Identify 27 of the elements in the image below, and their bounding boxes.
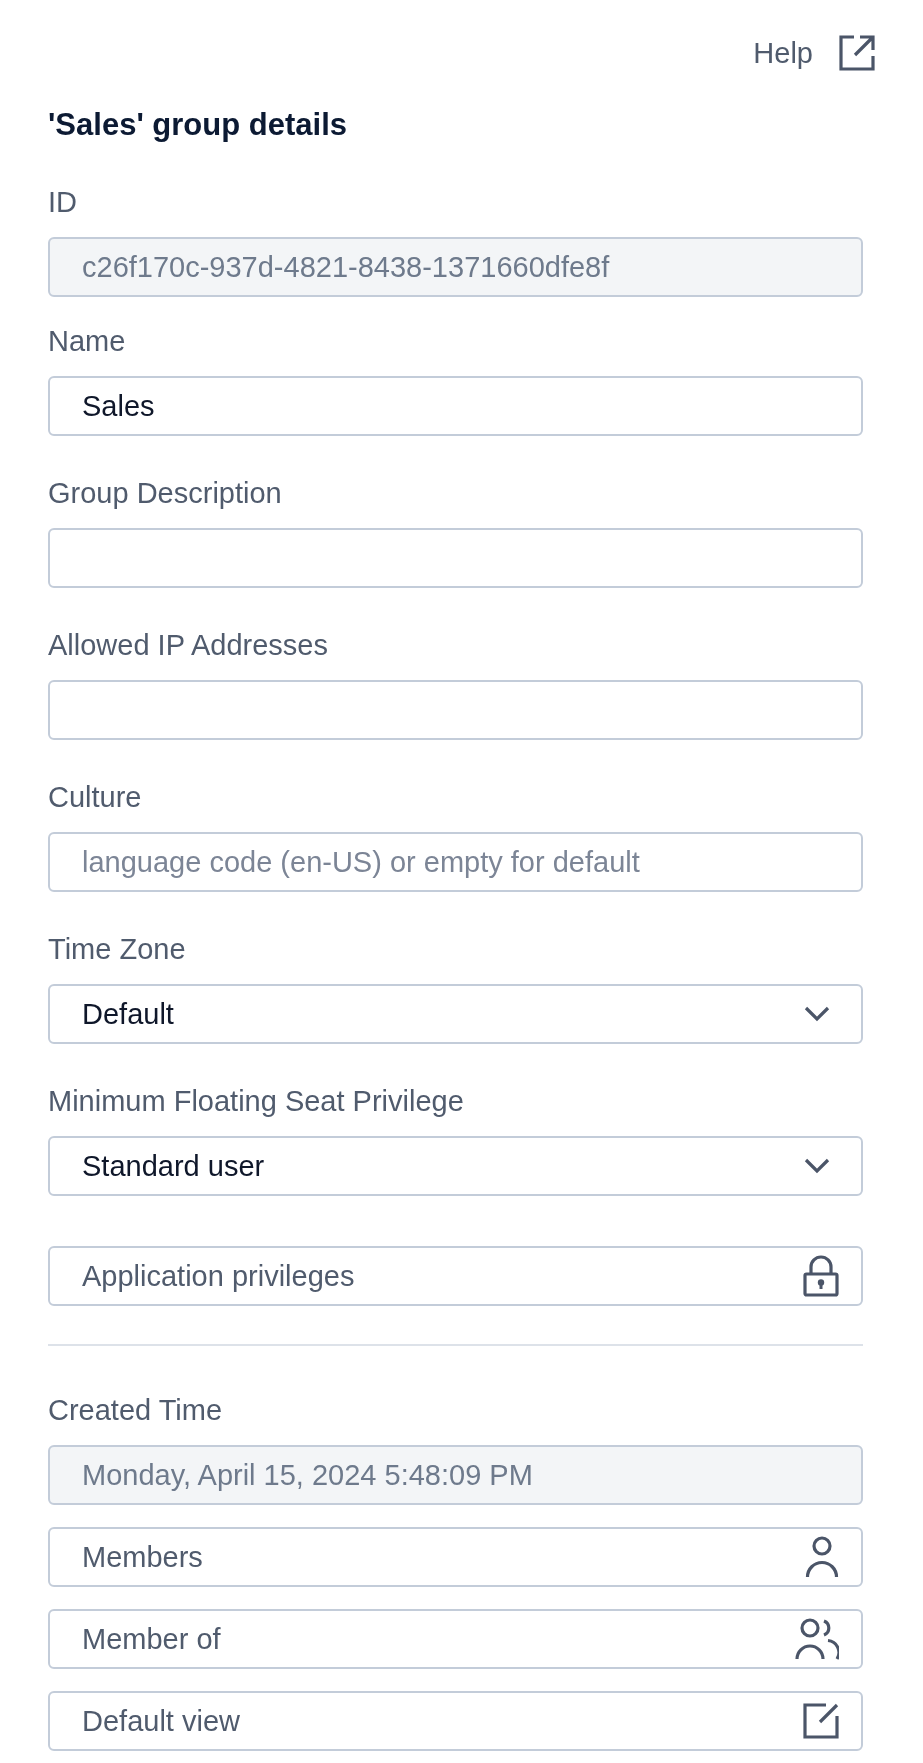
field-label: Time Zone [48, 932, 187, 967]
input-field[interactable] [48, 528, 863, 588]
page-title: 'Sales' group details [48, 107, 348, 143]
field-label: Created Time [48, 1393, 224, 1428]
field-label: Name [48, 324, 127, 359]
members-button[interactable]: Members [48, 1527, 863, 1587]
people-icon [795, 1618, 839, 1660]
field-label: Allowed IP Addresses [48, 628, 329, 663]
dropdown-field[interactable]: Default [48, 984, 863, 1044]
input-field[interactable]: language code (en-US) or empty for default [48, 832, 863, 892]
field-label: Minimum Floating Seat Privilege [48, 1084, 465, 1119]
help-link[interactable]: Help [753, 35, 875, 71]
field-label: Group Description [48, 476, 283, 511]
chevron-down-icon [804, 1006, 830, 1022]
field-label: Culture [48, 780, 143, 815]
input-field[interactable]: Sales [48, 376, 863, 436]
default-view-button[interactable]: Default view [48, 1691, 863, 1751]
external-link-icon [839, 35, 875, 71]
field-label: ID [48, 185, 78, 220]
chevron-down-icon [804, 1158, 830, 1174]
member-of-button[interactable]: Member of [48, 1609, 863, 1669]
application-privileges-button[interactable]: Application privileges [48, 1246, 863, 1306]
person-icon [805, 1536, 839, 1578]
input-field[interactable] [48, 680, 863, 740]
dropdown-field[interactable]: Standard user [48, 1136, 863, 1196]
lock-icon [803, 1255, 839, 1297]
edit-icon [803, 1703, 839, 1739]
